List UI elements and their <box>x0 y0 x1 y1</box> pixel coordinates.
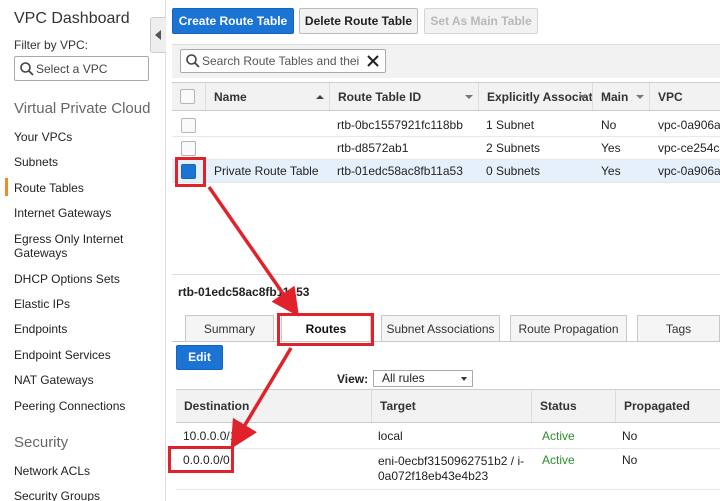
sidebar-item-egress-only-internet-gateways[interactable]: Egress Only Internet Gateways <box>14 232 154 260</box>
tab-summary[interactable]: Summary <box>185 315 274 342</box>
table-row[interactable]: rtb-0bc1557921fc118bb 1 Subnet No vpc-0a… <box>172 114 720 137</box>
delete-route-table-button[interactable]: Delete Route Table <box>299 8 418 34</box>
routes-column-propagated[interactable]: Propagated <box>615 390 720 422</box>
collapse-sidebar-toggle[interactable] <box>150 17 166 53</box>
route-propagated: No <box>622 429 638 443</box>
sidebar-item-elastic-ips[interactable]: Elastic IPs <box>14 297 154 311</box>
row-explicit-associations: 2 Subnets <box>486 141 541 155</box>
row-main: Yes <box>601 164 621 178</box>
routes-column-status[interactable]: Status <box>531 390 615 422</box>
row-vpc: vpc-0a906a4 <box>658 118 720 132</box>
sidebar: VPC Dashboard Filter by VPC: Select a VP… <box>0 0 166 501</box>
row-main: Yes <box>601 141 621 155</box>
edit-routes-button[interactable]: Edit <box>176 345 223 370</box>
search-icon <box>20 62 34 76</box>
filter-by-vpc-label: Filter by VPC: <box>14 38 89 52</box>
section-virtual-private-cloud: Virtual Private Cloud <box>14 100 151 117</box>
column-header-main[interactable]: Main <box>592 83 649 110</box>
column-header-explicitly-associated[interactable]: Explicitly Associat <box>478 83 592 110</box>
sidebar-item-endpoint-services[interactable]: Endpoint Services <box>14 348 154 362</box>
sidebar-title[interactable]: VPC Dashboard <box>14 10 130 28</box>
tab-subnet-associations[interactable]: Subnet Associations <box>381 315 500 342</box>
row-main: No <box>601 118 617 132</box>
route-destination: 10.0.0.0/16 <box>183 429 244 443</box>
row-name <box>214 114 329 137</box>
column-header-route-table-id[interactable]: Route Table ID <box>329 83 478 110</box>
row-route-table-id: rtb-d8572ab1 <box>337 141 409 155</box>
row-name <box>214 137 329 160</box>
route-row: 0.0.0.0/0 eni-0ecbf3150962751b2 / i- 0a0… <box>176 450 720 490</box>
sort-icon <box>636 94 644 99</box>
route-target-line-1: eni-0ecbf3150962751b2 / i- <box>378 454 525 468</box>
vpc-filter-select[interactable]: Select a VPC <box>14 56 149 81</box>
route-status: Active <box>542 429 575 443</box>
search-icon <box>186 54 200 68</box>
route-target: local <box>378 429 403 443</box>
row-vpc: vpc-0a906a4 <box>658 164 720 178</box>
column-header-explicitly-associated-label: Explicitly Associat <box>487 89 592 104</box>
clear-search-icon[interactable] <box>366 54 380 68</box>
section-security: Security <box>14 434 69 451</box>
sidebar-item-internet-gateways[interactable]: Internet Gateways <box>14 206 154 220</box>
row-explicit-associations: 0 Subnets <box>486 164 541 178</box>
sidebar-item-dhcp-options-sets[interactable]: DHCP Options Sets <box>14 272 154 286</box>
column-header-route-table-id-label: Route Table ID <box>338 89 422 104</box>
select-all-checkbox[interactable] <box>180 89 195 104</box>
row-explicit-associations: 1 Subnet <box>486 118 535 132</box>
routes-column-destination[interactable]: Destination <box>176 390 371 422</box>
row-vpc: vpc-ce254ca <box>658 141 720 155</box>
highlight-routes-tab <box>277 313 374 346</box>
route-row: 10.0.0.0/16 local Active No <box>176 425 720 449</box>
table-row-selected[interactable]: Private Route Table rtb-01edc58ac8fb11a5… <box>172 160 720 183</box>
column-header-name-label: Name <box>214 89 247 104</box>
tab-tags[interactable]: Tags <box>637 315 720 342</box>
view-label: View: <box>337 372 369 386</box>
sidebar-item-security-groups[interactable]: Security Groups <box>14 489 154 501</box>
sidebar-item-nat-gateways[interactable]: NAT Gateways <box>14 373 154 387</box>
column-header-vpc[interactable]: VPC <box>649 83 720 110</box>
detail-title: rtb-01edc58ac8fb11a53 <box>178 285 310 299</box>
route-target: eni-0ecbf3150962751b2 / i- 0a072f18eb43e… <box>378 454 533 488</box>
sort-ascending-icon <box>316 94 324 99</box>
highlight-selected-checkbox <box>175 157 206 187</box>
set-as-main-table-button[interactable]: Set As Main Table <box>424 8 538 34</box>
search-placeholder: Search Route Tables and thei <box>202 54 360 68</box>
routes-column-target[interactable]: Target <box>371 390 531 422</box>
sidebar-item-subnets[interactable]: Subnets <box>14 155 154 169</box>
view-filter-select[interactable]: All rules <box>373 370 473 387</box>
vpc-filter-placeholder: Select a VPC <box>36 62 108 76</box>
create-route-table-button[interactable]: Create Route Table <box>172 8 294 34</box>
tab-route-propagation[interactable]: Route Propagation <box>510 315 627 342</box>
chevron-left-icon <box>155 30 161 40</box>
select-all-cell <box>172 83 205 110</box>
sidebar-item-route-tables[interactable]: Route Tables <box>5 178 154 196</box>
tabs-divider <box>172 341 720 342</box>
chevron-down-icon <box>461 377 467 381</box>
search-route-tables-input[interactable]: Search Route Tables and thei <box>180 49 386 73</box>
sidebar-item-peering-connections[interactable]: Peering Connections <box>14 399 154 413</box>
row-route-table-id: rtb-01edc58ac8fb11a53 <box>337 164 463 178</box>
row-route-table-id: rtb-0bc1557921fc118bb <box>337 118 463 132</box>
route-status: Active <box>542 453 575 467</box>
column-header-vpc-label: VPC <box>658 89 683 104</box>
view-filter-value: All rules <box>382 371 425 385</box>
sidebar-item-endpoints[interactable]: Endpoints <box>14 322 154 336</box>
sort-icon <box>579 94 587 99</box>
table-row[interactable]: rtb-d8572ab1 2 Subnets Yes vpc-ce254ca <box>172 137 720 160</box>
routes-table-header: Destination Target Status Propagated <box>176 389 720 423</box>
column-header-main-label: Main <box>601 89 629 104</box>
row-name: Private Route Table <box>214 164 319 178</box>
sidebar-item-network-acls[interactable]: Network ACLs <box>14 464 154 478</box>
row-checkbox[interactable] <box>181 141 196 156</box>
sort-icon <box>465 94 473 99</box>
route-propagated: No <box>622 453 638 467</box>
route-target-line-2: 0a072f18eb43e4b23 <box>378 469 489 483</box>
row-checkbox[interactable] <box>181 118 196 133</box>
route-tables-header: Name Route Table ID Explicitly Associat … <box>172 82 720 111</box>
highlight-default-route <box>168 446 234 473</box>
column-header-name[interactable]: Name <box>205 83 329 110</box>
pane-splitter[interactable] <box>172 274 720 275</box>
sidebar-item-your-vpcs[interactable]: Your VPCs <box>14 130 154 144</box>
